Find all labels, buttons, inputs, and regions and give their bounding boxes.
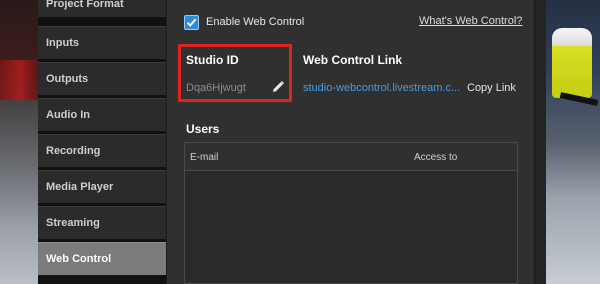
sidebar-item-label: Recording xyxy=(46,145,101,157)
sidebar-item-label: Audio In xyxy=(46,109,90,121)
sidebar-item-outputs[interactable]: Outputs xyxy=(38,62,166,96)
whats-web-control-link[interactable]: What's Web Control? xyxy=(419,15,522,27)
users-table-header xyxy=(185,143,517,171)
sidebar-item-recording[interactable]: Recording xyxy=(38,134,166,168)
studio-id-value: Dqa6Hjwugt xyxy=(186,82,246,94)
sidebar-item-audio-in[interactable]: Audio In xyxy=(38,98,166,132)
users-heading: Users xyxy=(186,122,220,136)
copy-link-button[interactable]: Copy Link xyxy=(467,82,516,94)
enable-web-control-label: Enable Web Control xyxy=(206,16,305,28)
sidebar-item-label: Outputs xyxy=(46,73,89,85)
studio-id-heading: Studio ID xyxy=(186,53,239,67)
video-preview-left xyxy=(0,0,40,284)
sidebar-item-project-format[interactable]: Project Format xyxy=(38,0,166,18)
sidebar-item-label: Inputs xyxy=(46,37,79,49)
sidebar-item-label: Web Control xyxy=(46,253,112,265)
hockey-player-image xyxy=(552,28,592,98)
sidebar-item-label: Project Format xyxy=(46,0,124,10)
sidebar-item-streaming[interactable]: Streaming xyxy=(38,206,166,240)
checkbox-checked-icon xyxy=(186,18,197,27)
web-control-url-link[interactable]: studio-webcontrol.livestream.c... xyxy=(303,82,460,94)
pencil-icon[interactable] xyxy=(271,80,285,94)
settings-sidebar: Project Format Inputs Outputs Audio In R… xyxy=(38,0,166,284)
panel-scrollbar[interactable] xyxy=(534,0,546,284)
sidebar-item-media-player[interactable]: Media Player xyxy=(38,170,166,204)
column-header-access-to[interactable]: Access to xyxy=(414,152,457,163)
sidebar-item-label: Media Player xyxy=(46,181,114,193)
enable-web-control-checkbox[interactable] xyxy=(184,15,199,30)
column-header-email[interactable]: E-mail xyxy=(190,152,218,163)
sidebar-item-label: Streaming xyxy=(46,217,100,229)
web-control-link-heading: Web Control Link xyxy=(303,53,403,67)
sidebar-item-web-control[interactable]: Web Control xyxy=(38,242,166,276)
sidebar-item-inputs[interactable]: Inputs xyxy=(38,26,166,60)
